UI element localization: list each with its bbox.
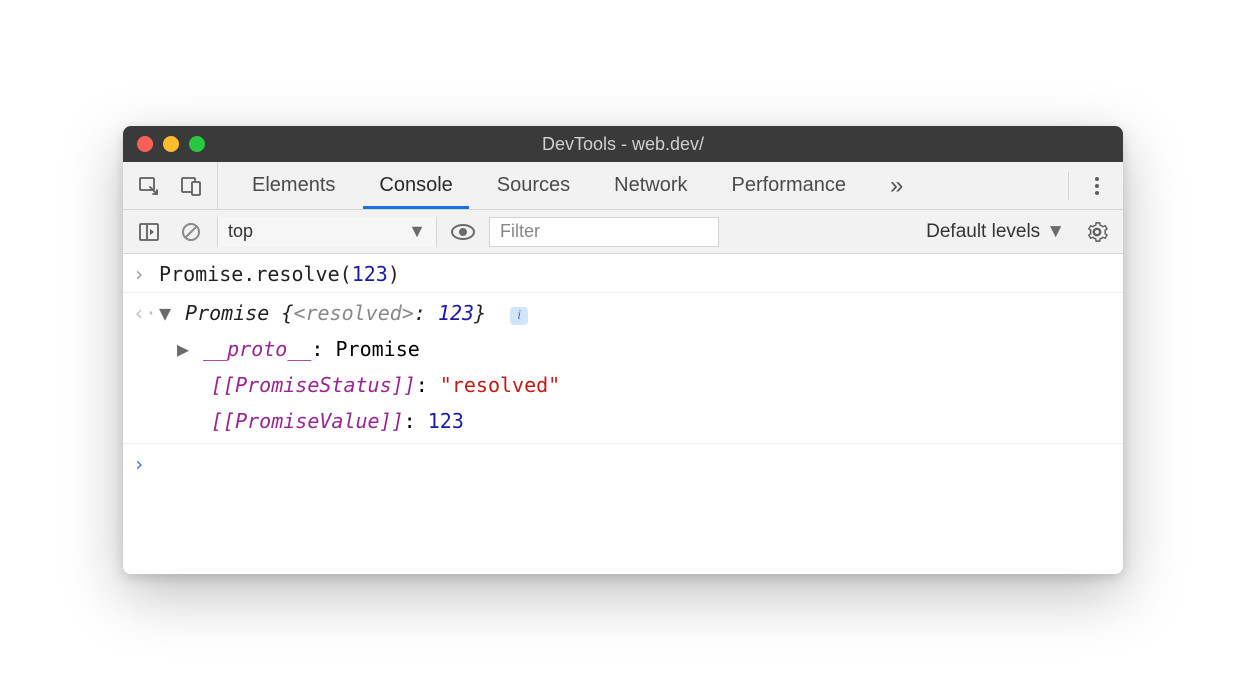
window-titlebar: DevTools - web.dev/ [123,126,1123,162]
expand-arrow-icon[interactable]: ▼ [159,297,173,329]
result-proto-row[interactable]: ▶ __proto__: Promise [123,329,1123,365]
result-status-row[interactable]: [[PromiseStatus]]: "resolved" [123,365,1123,401]
tab-sources[interactable]: Sources [475,162,592,209]
tabbar-left-tools [123,162,218,209]
input-expression[interactable]: Promise.resolve(123) [159,258,1113,290]
tab-elements[interactable]: Elements [230,162,357,209]
dropdown-arrow-icon: ▼ [1046,221,1065,243]
output-chevron-icon: ‹· [133,297,159,329]
tabbar-right-tools [1052,162,1123,209]
panel-tabbar: Elements Console Sources Network Perform… [123,162,1123,210]
divider [1068,172,1069,200]
console-prompt-input[interactable] [159,448,1113,480]
tab-network[interactable]: Network [592,162,709,209]
minimize-window-button[interactable] [163,136,179,152]
console-settings-icon[interactable] [1081,216,1113,248]
devtools-window: DevTools - web.dev/ Elements Console Sou… [123,126,1123,574]
window-title: DevTools - web.dev/ [123,134,1123,155]
filter-input[interactable] [489,217,719,247]
maximize-window-button[interactable] [189,136,205,152]
more-tabs-button[interactable]: » [868,162,925,209]
input-chevron-icon: › [133,258,159,290]
console-output: › Promise.resolve(123) ‹· ▼ Promise {<re… [123,254,1123,574]
tab-console[interactable]: Console [357,162,474,209]
context-label: top [228,221,253,242]
prompt-chevron-icon: › [133,448,159,480]
clear-console-icon[interactable] [175,216,207,248]
close-window-button[interactable] [137,136,153,152]
tab-performance[interactable]: Performance [710,162,869,209]
kebab-menu-icon[interactable] [1081,170,1113,202]
result-value-row[interactable]: [[PromiseValue]]: 123 [123,401,1123,437]
console-toolbar: top ▼ Default levels ▼ [123,210,1123,254]
console-result-row: ‹· ▼ Promise {<resolved>: 123} i [123,293,1123,329]
dropdown-arrow-icon: ▼ [408,221,426,242]
console-input-row: › Promise.resolve(123) [123,254,1123,290]
toggle-device-icon[interactable] [175,170,207,202]
live-expression-icon[interactable] [447,216,479,248]
log-levels-select[interactable]: Default levels ▼ [926,221,1071,243]
levels-label: Default levels [926,221,1040,243]
traffic-lights [137,136,205,152]
console-prompt-row[interactable]: › [123,444,1123,480]
info-badge-icon[interactable]: i [510,307,528,325]
inspect-element-icon[interactable] [133,170,165,202]
expand-arrow-icon[interactable]: ▶ [177,333,191,365]
toggle-sidebar-icon[interactable] [133,216,165,248]
result-summary[interactable]: ▼ Promise {<resolved>: 123} i [159,297,1113,329]
panel-tabs: Elements Console Sources Network Perform… [218,162,1052,209]
execution-context-select[interactable]: top ▼ [217,217,437,247]
